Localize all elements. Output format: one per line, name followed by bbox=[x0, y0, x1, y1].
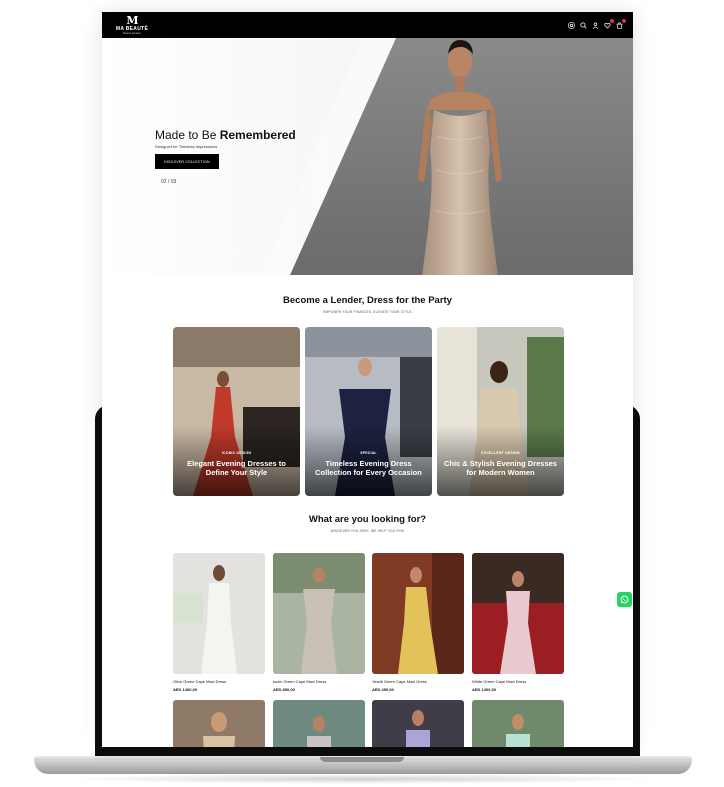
lender-section-title: Become a Lender, Dress for the Party bbox=[283, 295, 452, 306]
product-price: AED 450,00 bbox=[372, 687, 394, 692]
category-tag: SPECIAL bbox=[360, 451, 377, 455]
hero-model-image bbox=[418, 40, 502, 275]
laptop-notch bbox=[320, 757, 404, 762]
category-card-elegant[interactable]: ICONIC DESIGN Elegant Evening Dresses to… bbox=[173, 327, 300, 496]
whatsapp-chat-button[interactable] bbox=[617, 592, 632, 607]
product-image[interactable] bbox=[173, 700, 265, 747]
product-image[interactable] bbox=[273, 553, 365, 674]
hero-text-block: Made to Be Remembered Designed for Timel… bbox=[155, 128, 296, 185]
top-navbar: M MA BEAUTÉ Beauté Couture bbox=[102, 12, 633, 38]
product-price: AED 1400,00 bbox=[472, 687, 497, 692]
logo-mark: M bbox=[126, 14, 138, 27]
heart-icon[interactable] bbox=[604, 18, 614, 29]
hero-title-light: Made to Be bbox=[155, 128, 220, 142]
looking-section-subtitle: WHATEVER YOU SEEK, WE HELP YOU FIND bbox=[330, 529, 405, 533]
category-tag: ICONIC DESIGN bbox=[221, 451, 252, 455]
category-title: Elegant Evening Dresses to Define Your S… bbox=[187, 459, 286, 477]
product-card[interactable]: Yesdit Green Cape Maxi Dress AED 450,00 bbox=[372, 553, 464, 692]
product-name[interactable]: Yesdit Green Cape Maxi Dress bbox=[372, 679, 464, 684]
product-card[interactable] bbox=[372, 700, 464, 747]
lender-section-subtitle: EMPOWER YOUR FINANCES, ELEVATE YOUR STYL… bbox=[323, 310, 412, 314]
laptop-base bbox=[34, 760, 692, 774]
wishlist-badge bbox=[610, 18, 614, 23]
cart-icon[interactable] bbox=[616, 18, 626, 29]
user-icon[interactable] bbox=[592, 21, 599, 29]
discover-collection-button[interactable]: DISCOVER COLLECTION bbox=[155, 154, 219, 169]
product-price: AED 1400,00 bbox=[173, 687, 198, 692]
slide-counter: 02 / 03 bbox=[161, 179, 177, 185]
product-image[interactable] bbox=[472, 700, 564, 747]
cart-badge bbox=[622, 18, 626, 23]
product-price: AED 850,00 bbox=[273, 687, 295, 692]
category-tag: EXCELLENT DESIGN bbox=[481, 451, 520, 455]
product-name[interactable]: kuzin Green Cape Maxi Dress bbox=[273, 679, 365, 684]
product-image[interactable] bbox=[173, 553, 265, 674]
product-card[interactable]: Olive Green Cape Maxi Dress AED 1400,00 bbox=[173, 553, 265, 692]
hero-title: Made to Be Remembered bbox=[155, 128, 296, 142]
product-image[interactable] bbox=[472, 553, 564, 674]
category-card-chic[interactable]: EXCELLENT DESIGN Chic & Stylish Evening … bbox=[437, 327, 564, 496]
product-card[interactable] bbox=[472, 700, 564, 747]
nav-icons bbox=[568, 18, 626, 29]
category-title: Chic & Stylish Evening Dresses for Moder… bbox=[444, 459, 557, 477]
whatsapp-icon bbox=[620, 595, 629, 604]
search-icon[interactable] bbox=[580, 21, 587, 29]
product-card[interactable]: kuzin Green Cape Maxi Dress AED 850,00 bbox=[273, 553, 365, 692]
product-card[interactable] bbox=[273, 700, 365, 747]
category-card-timeless[interactable]: SPECIAL Timeless Evening Dress Collectio… bbox=[305, 327, 432, 496]
looking-section-title: What are you looking for? bbox=[308, 514, 427, 525]
hero-subtitle: Designed for Timeless Impressions bbox=[155, 144, 218, 149]
category-title: Timeless Evening Dress Collection for Ev… bbox=[315, 459, 422, 477]
product-card[interactable]: White Green Cape Maxi Dress AED 1400,00 bbox=[472, 553, 564, 692]
product-name[interactable]: Olive Green Cape Maxi Dress bbox=[173, 679, 265, 684]
website-screen: M MA BEAUTÉ Beauté Couture Made to Be Re… bbox=[102, 12, 633, 747]
product-name[interactable]: White Green Cape Maxi Dress bbox=[472, 679, 564, 684]
product-image[interactable] bbox=[372, 553, 464, 674]
instagram-icon[interactable] bbox=[568, 21, 575, 29]
brand-logo[interactable]: M MA BEAUTÉ Beauté Couture bbox=[112, 15, 152, 35]
hero-banner: Made to Be Remembered Designed for Timel… bbox=[102, 38, 633, 275]
product-image[interactable] bbox=[372, 700, 464, 747]
product-image[interactable] bbox=[273, 700, 365, 747]
hero-title-bold: Remembered bbox=[219, 128, 296, 142]
laptop-shadow bbox=[60, 774, 664, 784]
product-card[interactable] bbox=[173, 700, 265, 747]
logo-tagline: Beauté Couture bbox=[123, 32, 141, 35]
